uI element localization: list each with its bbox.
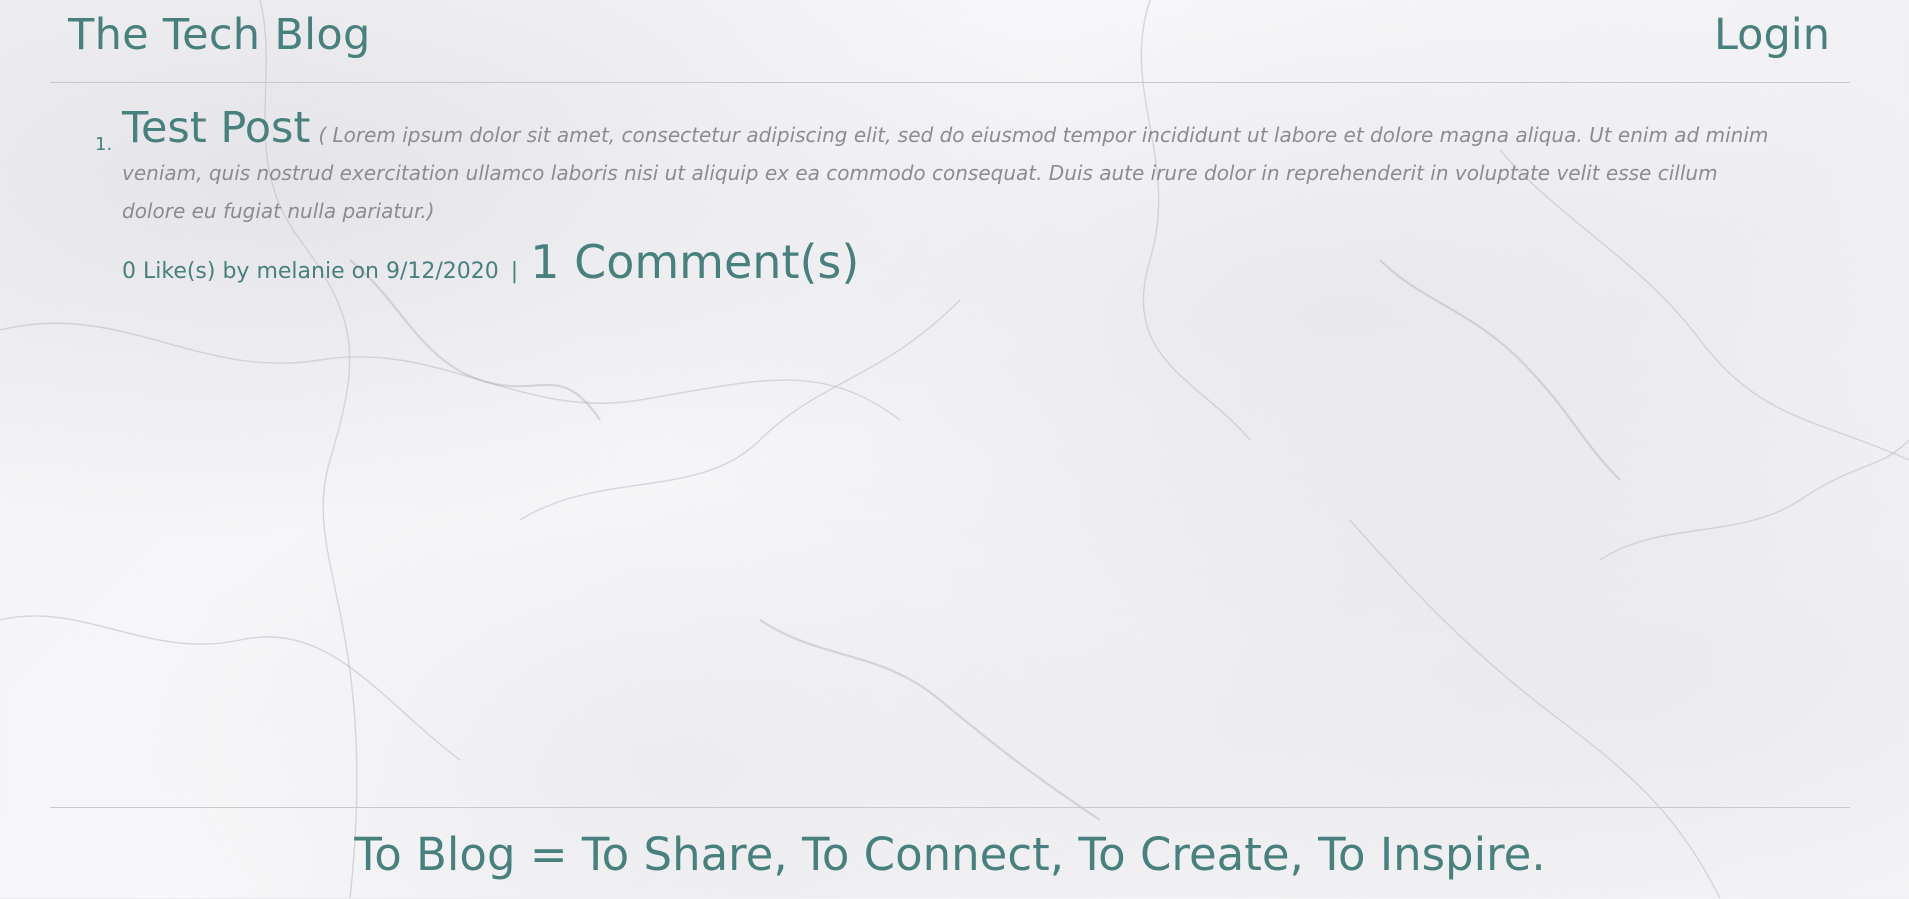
meta-separator: | [510, 259, 519, 284]
post-excerpt: ( Lorem ipsum dolor sit amet, consectetu… [122, 123, 1769, 223]
site-footer: To Blog = To Share, To Connect, To Creat… [50, 807, 1850, 899]
post-meta: 0 Like(s) by melanie on 9/12/2020 | 1 Co… [122, 235, 1785, 289]
site-title-link[interactable]: The Tech Blog [68, 10, 371, 60]
list-item: 1. Test Post( Lorem ipsum dolor sit amet… [95, 107, 1785, 290]
post-body: Test Post( Lorem ipsum dolor sit amet, c… [122, 107, 1785, 290]
footer-tagline: To Blog = To Share, To Connect, To Creat… [354, 828, 1546, 881]
post-number: 1. [95, 134, 113, 155]
post-list: 1. Test Post( Lorem ipsum dolor sit amet… [95, 107, 1785, 290]
site-header: The Tech Blog Login [50, 0, 1850, 83]
post-text: Test Post( Lorem ipsum dolor sit amet, c… [122, 107, 1785, 231]
post-title-link[interactable]: Test Post [122, 103, 310, 153]
login-link[interactable]: Login [1714, 10, 1830, 60]
post-meta-text: 0 Like(s) by melanie on 9/12/2020 [122, 259, 499, 284]
comments-link[interactable]: 1 Comment(s) [530, 235, 859, 289]
